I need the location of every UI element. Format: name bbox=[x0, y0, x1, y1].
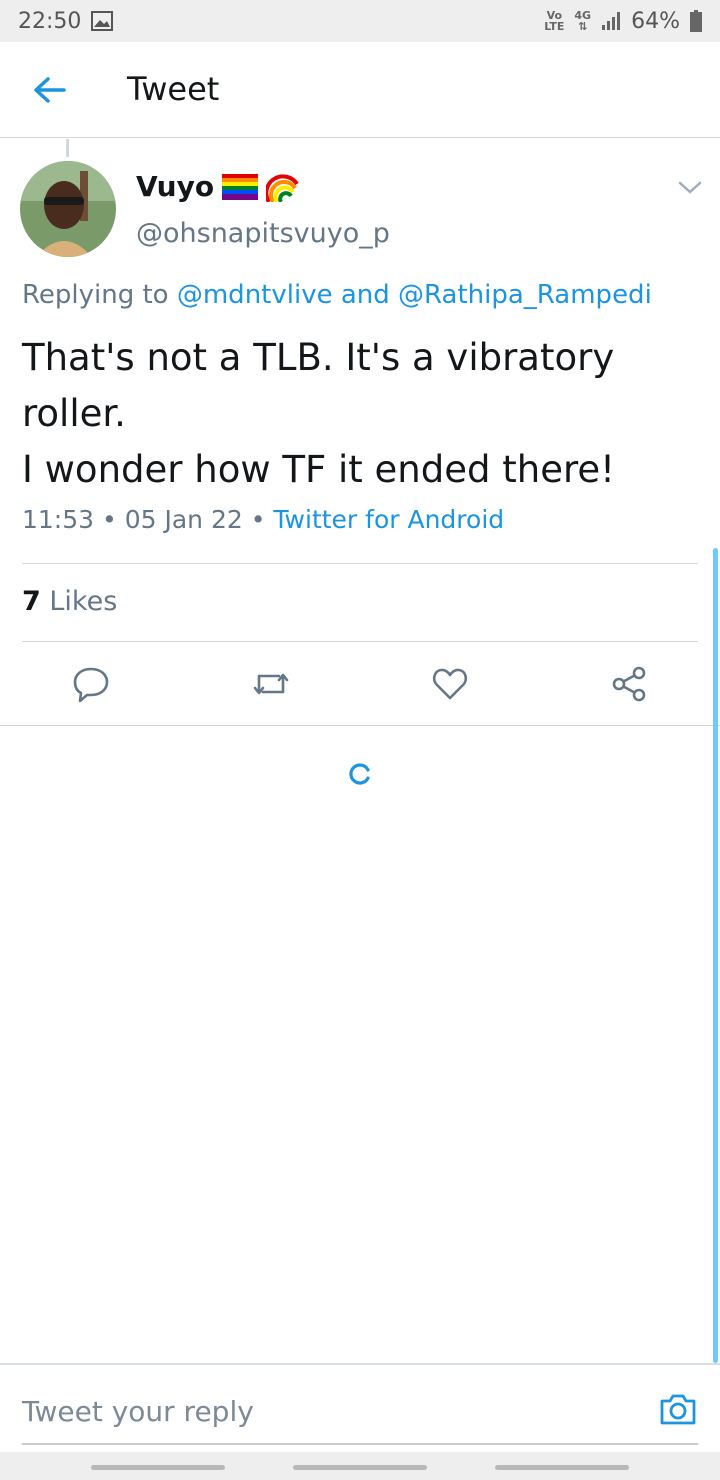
likes-count[interactable]: 7 Likes bbox=[22, 586, 117, 617]
tweet-date: 05 Jan 22 bbox=[124, 505, 243, 534]
app-bar: Tweet bbox=[0, 42, 720, 138]
avatar[interactable] bbox=[20, 161, 116, 257]
share-icon[interactable] bbox=[609, 664, 649, 704]
network-4g-icon: 4G ⇅ bbox=[574, 9, 592, 33]
mention-link[interactable]: @Rathipa_Rampedi bbox=[398, 280, 652, 310]
reply-icon[interactable] bbox=[71, 664, 111, 704]
nav-recent-button[interactable] bbox=[91, 1465, 225, 1470]
tweet-time: 11:53 bbox=[22, 505, 95, 534]
tweet-source-link[interactable]: Twitter for Android bbox=[273, 505, 504, 534]
reply-input[interactable]: Tweet your reply bbox=[22, 1395, 254, 1428]
tweet-meta: 11:53 • 05 Jan 22 • Twitter for Android bbox=[22, 505, 505, 534]
nav-home-button[interactable] bbox=[293, 1465, 427, 1470]
arrow-left-icon[interactable] bbox=[30, 74, 70, 106]
like-icon[interactable] bbox=[430, 664, 470, 704]
author-handle[interactable]: @ohsnapitsvuyo_p bbox=[136, 218, 390, 249]
rainbow-flag-icon bbox=[222, 173, 259, 200]
nav-back-button[interactable] bbox=[495, 1465, 629, 1470]
signal-icon bbox=[602, 12, 621, 30]
divider bbox=[22, 563, 698, 564]
battery-icon bbox=[690, 10, 702, 32]
thread-connector bbox=[66, 139, 69, 157]
page-title: Tweet bbox=[127, 70, 220, 108]
chevron-down-icon[interactable] bbox=[676, 178, 704, 198]
navigation-bar bbox=[0, 1452, 720, 1480]
divider bbox=[22, 641, 698, 642]
replying-to: Replying to @mdntvlive and @Rathipa_Ramp… bbox=[22, 280, 652, 310]
author-name[interactable]: Vuyo bbox=[136, 170, 300, 203]
scrollbar[interactable] bbox=[713, 548, 718, 1363]
status-bar: 22:50 Vo LTE 4G ⇅ 64% bbox=[0, 0, 720, 42]
battery-percent: 64% bbox=[631, 8, 680, 34]
tweet-text: That's not a TLB. It's a vibratory rolle… bbox=[22, 336, 615, 491]
divider bbox=[0, 725, 720, 726]
mention-link[interactable]: @mdntvlive bbox=[177, 280, 333, 310]
status-time: 22:50 bbox=[18, 8, 82, 34]
camera-icon[interactable] bbox=[658, 1391, 698, 1427]
reply-bar: Tweet your reply bbox=[0, 1363, 720, 1447]
rainbow-icon bbox=[266, 173, 299, 202]
reply-underline bbox=[22, 1443, 698, 1445]
image-icon bbox=[91, 11, 114, 31]
retweet-icon[interactable] bbox=[251, 664, 291, 704]
replying-and[interactable]: and bbox=[341, 280, 390, 310]
volte-icon: Vo LTE bbox=[544, 9, 565, 33]
loading-spinner-icon bbox=[349, 763, 370, 785]
